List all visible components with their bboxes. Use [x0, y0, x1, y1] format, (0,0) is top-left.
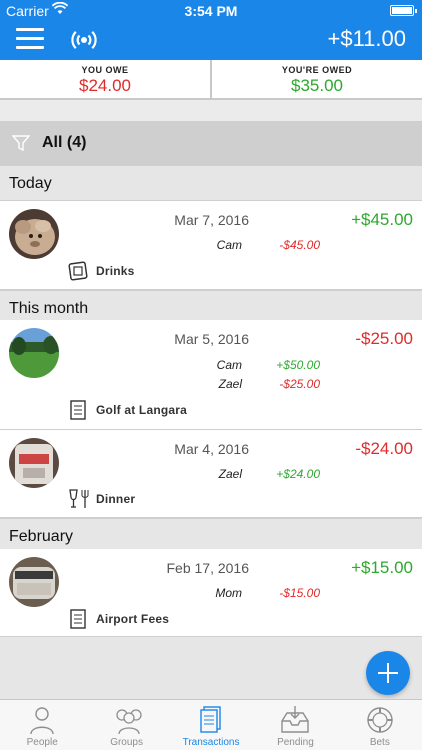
- transaction-amount: -$24.00: [355, 439, 413, 458]
- share-amount: -$45.00: [279, 238, 320, 252]
- transactions-icon: [196, 705, 226, 735]
- person-icon: [27, 705, 57, 735]
- transaction-amount: -$25.00: [355, 329, 413, 348]
- share-person: Zael: [218, 467, 242, 481]
- transaction-date: Mar 5, 2016: [174, 331, 249, 347]
- transaction-description: Airport Fees: [96, 612, 170, 626]
- share-person: Mom: [215, 586, 242, 600]
- tab-label: Transactions: [182, 737, 240, 748]
- transaction-amount: +$15.00: [351, 558, 413, 577]
- share-amount: -$15.00: [279, 586, 320, 600]
- transaction-row[interactable]: Mar 4, 2016 -$24.00 Zael +$24.00 Dinner: [0, 430, 422, 518]
- share-person: Cam: [216, 358, 242, 372]
- you-owe-cell[interactable]: YOU OWE $24.00: [0, 60, 210, 98]
- transaction-date: Mar 7, 2016: [174, 212, 249, 228]
- avatar: [9, 438, 59, 488]
- avatar: [9, 328, 59, 378]
- chip-icon: [365, 705, 395, 735]
- menu-icon[interactable]: [16, 28, 44, 52]
- transaction-row[interactable]: Mar 5, 2016 -$25.00 Cam +$50.00 Zael -$2…: [0, 320, 422, 430]
- tab-bets[interactable]: Bets: [338, 700, 422, 750]
- transaction-row[interactable]: Feb 17, 2016 +$15.00 Mom -$15.00 Airport…: [0, 549, 422, 637]
- add-transaction-button[interactable]: [366, 651, 410, 695]
- broadcast-icon[interactable]: [70, 26, 98, 54]
- avatar: [9, 209, 59, 259]
- tab-label: People: [26, 737, 58, 748]
- inbox-icon: [280, 705, 310, 735]
- battery-icon: [390, 5, 417, 16]
- document-icon: [68, 400, 88, 420]
- tab-label: Pending: [277, 737, 314, 748]
- group-icon: [112, 705, 142, 735]
- transaction-description: Drinks: [96, 264, 135, 278]
- youre-owed-label: YOU'RE OWED: [281, 65, 353, 75]
- document-icon: [68, 609, 88, 629]
- total-balance: +$11.00: [327, 26, 406, 51]
- share-amount: +$24.00: [276, 467, 320, 481]
- status-bar: Carrier 3:54 PM: [0, 0, 422, 22]
- receipt-icon: [68, 261, 88, 281]
- transaction-description: Golf at Langara: [96, 403, 188, 417]
- share-amount: +$50.00: [276, 358, 320, 372]
- tab-bar: People Groups Transactions Pending Bets: [0, 699, 422, 750]
- status-time: 3:54 PM: [184, 3, 238, 19]
- share-person: Zael: [218, 377, 242, 391]
- you-owe-value: $24.00: [79, 76, 131, 95]
- section-header-today: Today: [0, 165, 422, 201]
- tab-transactions[interactable]: Transactions: [169, 700, 253, 750]
- avatar: [9, 557, 59, 607]
- filter-icon: [11, 134, 31, 157]
- transaction-row[interactable]: Mar 7, 2016 +$45.00 Cam -$45.00 Drinks: [0, 201, 422, 290]
- nav-bar: +$11.00: [0, 22, 422, 60]
- tab-groups[interactable]: Groups: [84, 700, 168, 750]
- tab-pending[interactable]: Pending: [253, 700, 337, 750]
- tab-people[interactable]: People: [0, 700, 84, 750]
- tab-label: Bets: [369, 737, 390, 748]
- transaction-amount: +$45.00: [351, 210, 413, 229]
- balance-summary: YOU OWE $24.00 YOU'RE OWED $35.00: [0, 60, 422, 100]
- dining-icon: [68, 489, 89, 509]
- you-owe-label: YOU OWE: [81, 65, 129, 75]
- list-empty-area: [0, 637, 422, 699]
- youre-owed-cell[interactable]: YOU'RE OWED $35.00: [210, 60, 422, 98]
- transaction-date: Mar 4, 2016: [174, 441, 249, 457]
- filter-bar[interactable]: All (4): [0, 121, 422, 165]
- share-person: Cam: [216, 238, 242, 252]
- filter-label: All (4): [42, 134, 87, 151]
- transaction-date: Feb 17, 2016: [166, 560, 249, 576]
- transaction-description: Dinner: [96, 492, 136, 506]
- youre-owed-value: $35.00: [291, 76, 343, 95]
- tab-label: Groups: [110, 737, 143, 748]
- share-amount: -$25.00: [279, 377, 320, 391]
